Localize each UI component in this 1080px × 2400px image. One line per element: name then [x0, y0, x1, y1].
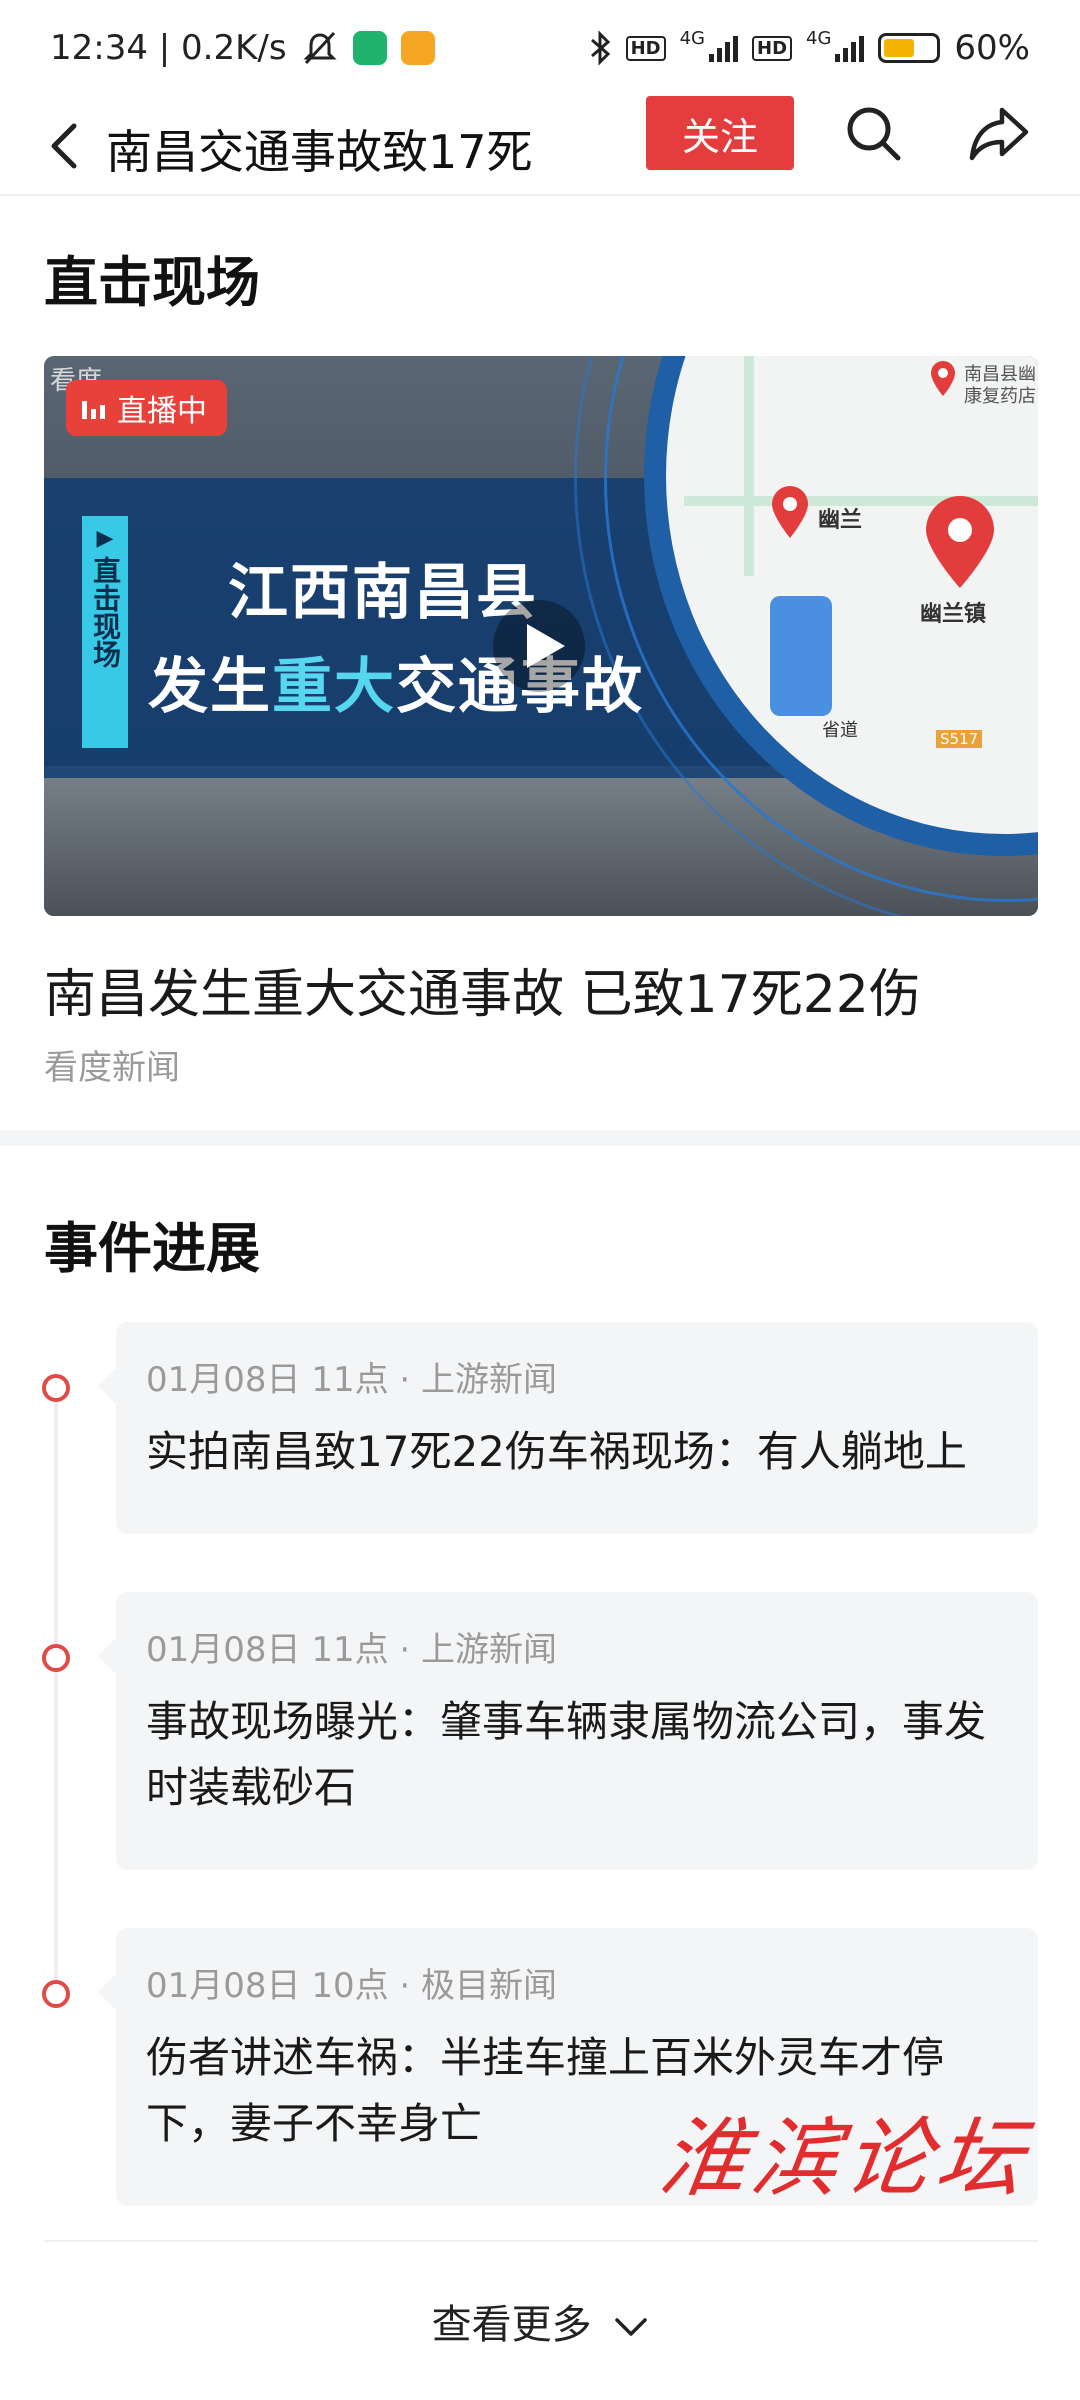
map-label-pharmacy: 康复药店 [964, 386, 1036, 407]
view-more-label: 查看更多 [431, 2302, 592, 2348]
overlay-text-highlight: 重大 [272, 652, 396, 722]
page-title: 南昌交通事故致17死 [106, 125, 533, 179]
article-source: 看度新闻 [44, 1048, 180, 1088]
video-player[interactable]: 幽兰 幽兰镇 南昌县幽 康复药店 省道 S517 看度 直播中 ▶ 直击现场 江… [44, 356, 1038, 916]
article-headline[interactable]: 南昌发生重大交通事故 已致17死22伤 [44, 952, 921, 1027]
side-tag-arrow-icon: ▶ [96, 526, 114, 551]
map-pin-small-icon [931, 361, 955, 396]
timeline-item[interactable]: 01月08日 11点 · 上游新闻 实拍南昌致17死22伤车祸现场：有人躺地上 [98, 1322, 1038, 1534]
timeline-item-text: 实拍南昌致17死22伤车祸现场：有人躺地上 [146, 1427, 967, 1476]
timeline-dot [42, 1374, 70, 1402]
overlay-text-pre: 发生 [148, 652, 272, 722]
map-label-route: S517 [936, 730, 983, 748]
app-notification-icon [352, 31, 387, 65]
signal-icon [709, 34, 738, 62]
map-label-youlan: 幽兰 [818, 508, 863, 533]
map-water [770, 596, 832, 716]
live-bars-icon [82, 397, 105, 419]
signal-icon-2 [835, 34, 865, 62]
timeline-item-meta: 01月08日 10点 · 极目新闻 [146, 1966, 558, 2006]
timeline-item-meta: 01月08日 11点 · 上游新闻 [146, 1630, 558, 1670]
top-nav: 南昌交通事故致17死 关注 [0, 96, 1080, 196]
map-label-road: 省道 [822, 720, 858, 741]
hd-badge-2: HD [752, 35, 793, 61]
live-badge-label: 直播中 [117, 394, 207, 429]
view-more-button[interactable]: 查看更多 [0, 2292, 1080, 2350]
timeline-item-text: 事故现场曝光：肇事车辆隶属物流公司，事发时装载砂石 [146, 1697, 987, 1812]
status-left: 12:34 | 0.2K/s [50, 28, 435, 68]
mute-icon [302, 31, 337, 65]
map-pin-icon [772, 486, 808, 538]
map-label-youlan-town: 幽兰镇 [920, 602, 987, 627]
map-pin-large-icon [926, 496, 994, 588]
timeline-item[interactable]: 01月08日 11点 · 上游新闻 事故现场曝光：肇事车辆隶属物流公司，事发时装… [98, 1592, 1038, 1870]
battery-fill [884, 39, 915, 57]
bottom-divider [44, 2240, 1038, 2242]
section-heading-progress: 事件进展 [44, 1217, 260, 1280]
side-tag: ▶ 直击现场 [82, 516, 128, 748]
timeline-item-meta: 01月08日 11点 · 上游新闻 [146, 1360, 558, 1400]
follow-button[interactable]: 关注 [646, 96, 794, 170]
map-road [744, 356, 754, 576]
app-notification-icon-2 [400, 31, 435, 65]
network-label: 4G [679, 28, 705, 49]
search-icon[interactable] [842, 102, 904, 164]
section-divider [0, 1130, 1080, 1146]
play-icon[interactable] [489, 596, 589, 696]
bluetooth-icon [590, 30, 610, 66]
timeline-line [54, 1388, 58, 1998]
timeline-dot [42, 1644, 70, 1672]
side-tag-label: 直击现场 [89, 556, 122, 668]
forum-watermark: 淮滨论坛 [653, 2109, 1036, 2209]
status-right: HD 4G HD 4G 60% [588, 28, 1030, 68]
timeline-dot [42, 1980, 70, 2008]
network-label-2: 4G [806, 28, 832, 49]
back-arrow-icon[interactable] [40, 118, 96, 174]
status-time: 12:34 | 0.2K/s [50, 28, 287, 68]
section-heading-live: 直击现场 [44, 251, 260, 314]
live-badge: 直播中 [66, 380, 227, 436]
chevron-down-icon [615, 2318, 648, 2336]
hd-badge: HD [625, 35, 666, 61]
share-icon[interactable] [968, 102, 1030, 164]
status-bar: 12:34 | 0.2K/s HD 4G HD 4G 60% [0, 0, 1080, 96]
battery-percent: 60% [954, 28, 1030, 68]
battery-icon [878, 33, 941, 63]
